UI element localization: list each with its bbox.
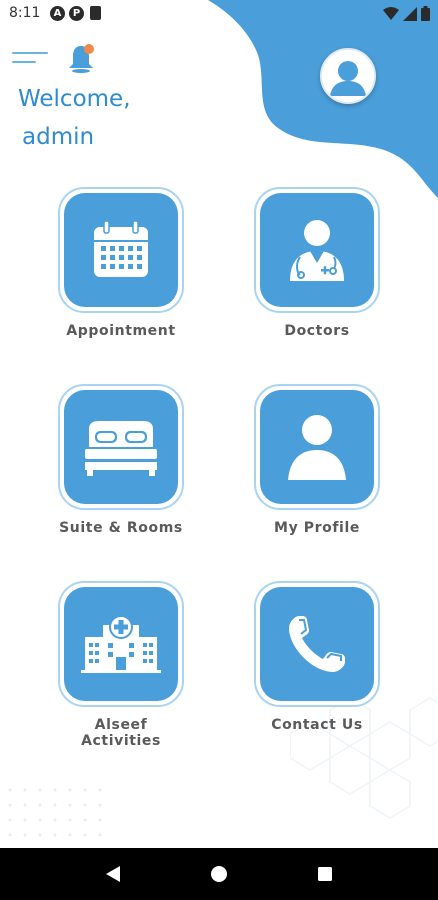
status-notification-icons: A P (50, 6, 101, 21)
status-bar: 8:11 A P (0, 0, 438, 28)
tile-label-appointment: Appointment (66, 323, 176, 339)
tile-label-alseef-activities: Alseef Activities (81, 717, 161, 749)
back-icon (106, 866, 120, 882)
profile-icon (288, 415, 346, 480)
home-button[interactable] (199, 854, 239, 894)
back-button[interactable] (93, 854, 133, 894)
tile-label-suite-rooms: Suite & Rooms (59, 520, 183, 536)
bed-icon (85, 421, 157, 476)
tile-suite-rooms[interactable]: Suite & Rooms (56, 384, 186, 536)
wifi-icon (383, 6, 399, 20)
avatar-person-icon (322, 50, 374, 102)
tile-doctors[interactable]: Doctors (252, 187, 382, 339)
tile-alseef-activities[interactable]: Alseef Activities (56, 581, 186, 749)
status-system-icons (383, 6, 430, 21)
notification-a-icon: A (50, 6, 65, 21)
sd-card-icon (90, 6, 101, 20)
tile-label-contact-us: Contact Us (271, 717, 363, 733)
tile-label-doctors: Doctors (284, 323, 350, 339)
tile-contact-us[interactable]: Contact Us (252, 581, 382, 733)
hospital-icon (81, 615, 161, 673)
username-text: admin (22, 124, 95, 150)
home-icon (211, 866, 227, 882)
recents-icon (318, 867, 332, 881)
background-dots-pattern (8, 788, 102, 837)
system-navigation-bar (0, 848, 438, 900)
welcome-heading: Welcome, (18, 86, 131, 112)
signal-icon (403, 6, 417, 21)
header-wave-background (208, 0, 438, 198)
user-avatar[interactable] (320, 48, 376, 104)
phone-icon (289, 616, 345, 672)
notification-bell-icon[interactable] (64, 40, 100, 76)
notification-p-icon: P (69, 6, 84, 21)
doctor-icon (290, 220, 344, 281)
recents-button[interactable] (305, 854, 345, 894)
tile-my-profile[interactable]: My Profile (252, 384, 382, 536)
battery-icon (421, 6, 430, 21)
status-time: 8:11 (9, 5, 41, 21)
menu-icon[interactable] (12, 52, 48, 68)
tile-appointment[interactable]: Appointment (56, 187, 186, 339)
tile-label-my-profile: My Profile (274, 520, 360, 536)
calendar-icon (94, 220, 148, 277)
